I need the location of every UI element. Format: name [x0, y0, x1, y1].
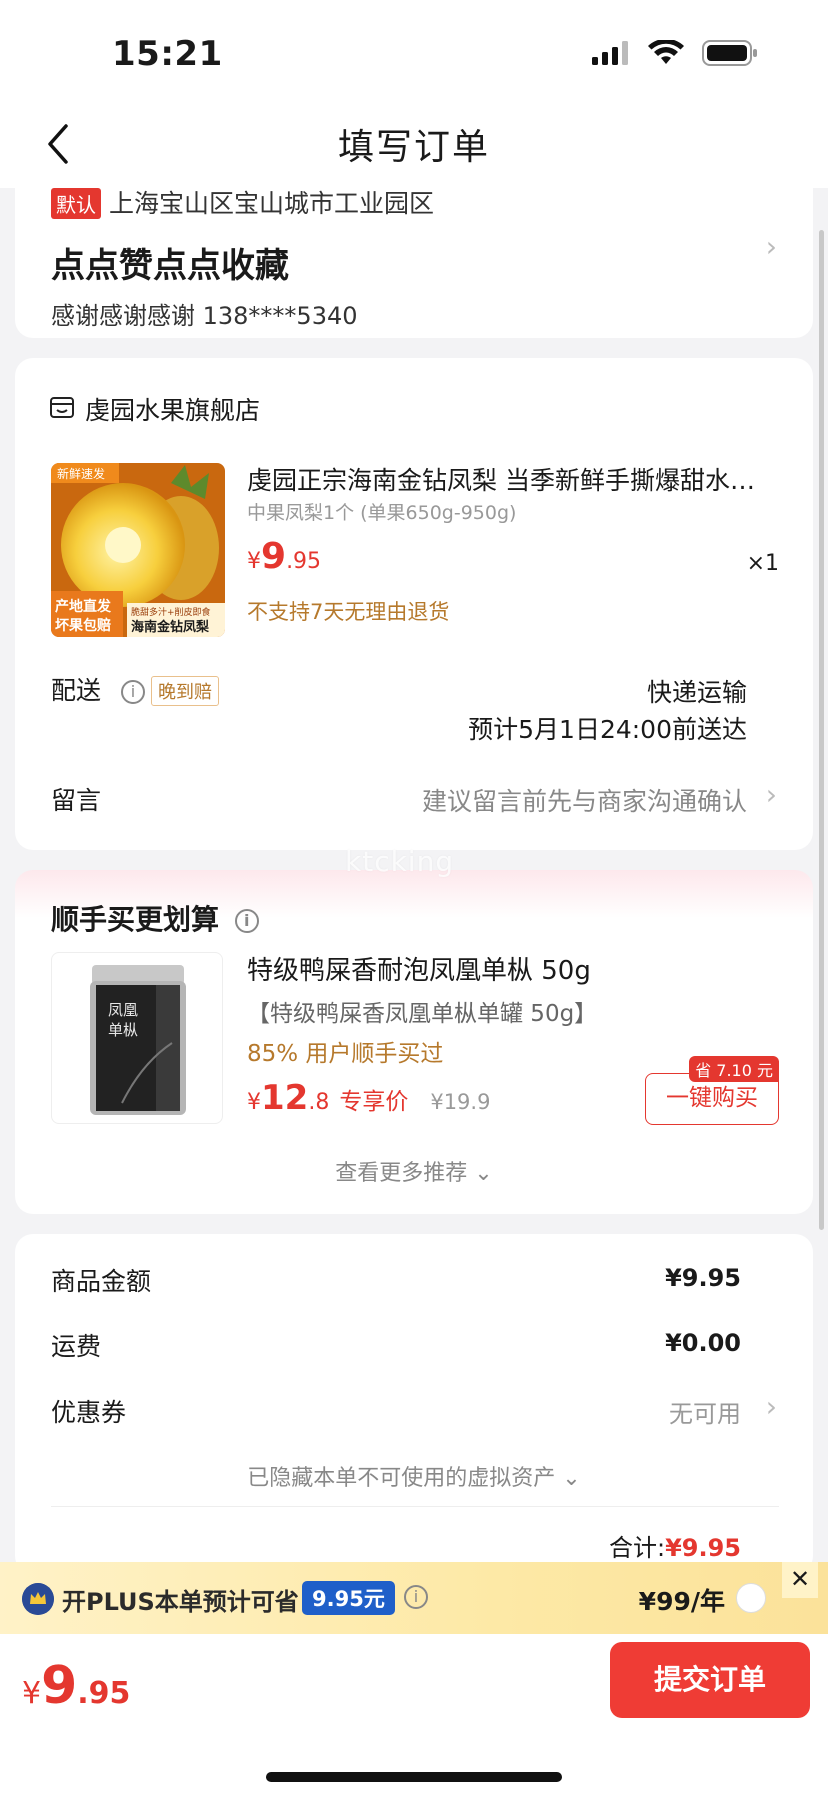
- image-badge-top: 新鲜速发: [57, 466, 105, 481]
- message-input[interactable]: 建议留言前先与商家沟通确认: [422, 782, 747, 818]
- status-time: 15:21: [112, 34, 223, 74]
- tea-can-label: 凤凰: [108, 1001, 138, 1019]
- bottom-bar: ¥9.95 提交订单: [0, 1634, 828, 1795]
- recommend-product-name[interactable]: 特级鸭屎香耐泡凤凰单枞 50g: [247, 950, 591, 987]
- order-total: 合计:¥9.95: [609, 1528, 741, 1563]
- recommend-price: ¥12.8 专享价 ¥19.9: [247, 1078, 490, 1118]
- shipping-method: 快递运输: [646, 678, 747, 707]
- hidden-assets-toggle[interactable]: 已隐藏本单不可使用的虚拟资产 ⌄: [15, 1460, 813, 1492]
- svg-text:坏果包赔: 坏果包赔: [55, 617, 111, 634]
- freight-label: 运费: [51, 1332, 102, 1361]
- address-name: 点点赞点点收藏: [51, 246, 289, 286]
- info-icon[interactable]: i: [234, 909, 259, 933]
- address-card[interactable]: 默认 上海宝山区宝山城市工业园区 点点赞点点收藏 感谢感谢感谢 138****5…: [15, 168, 813, 338]
- submit-order-button[interactable]: 提交订单: [610, 1642, 810, 1718]
- svg-text:脆甜多汁+削皮即食: 脆甜多汁+削皮即食: [131, 606, 211, 618]
- recommend-title: 顺手买更划算 i: [51, 898, 259, 938]
- product-quantity: ×1: [746, 551, 779, 576]
- plus-crown-icon: [22, 1583, 54, 1615]
- signal-icon: [592, 41, 628, 65]
- plus-promo-bar[interactable]: 开PLUS本单预计可省 9.95元 i ¥99/年 ✕: [0, 1562, 828, 1634]
- coupon-label: 优惠券: [51, 1398, 127, 1427]
- info-icon[interactable]: i: [404, 1585, 428, 1609]
- scrollbar[interactable]: [819, 230, 824, 1230]
- price-symbol: ¥: [22, 1676, 42, 1711]
- chevron-left-icon: [48, 124, 68, 164]
- shipping-label-text: 配送: [51, 676, 102, 705]
- address-location: 上海宝山区宝山城市工业园区: [109, 189, 435, 218]
- shop-card: 虔园水果旗舰店 新鲜速发 产地直发 坏果包赔 脆甜多汁+削皮即食 海南金钻凤梨: [15, 358, 813, 850]
- total-label: 合计:: [608, 1534, 666, 1562]
- chevron-right-icon: ›: [765, 778, 777, 811]
- message-label: 留言: [51, 786, 102, 815]
- back-button[interactable]: [44, 122, 84, 166]
- product-spec: 中果凤梨1个 (单果650g-950g): [247, 502, 517, 524]
- status-icons: [592, 40, 758, 66]
- home-indicator[interactable]: [266, 1772, 562, 1782]
- price-dec: .95: [77, 1676, 131, 1711]
- plus-promo-text: 开PLUS本单预计可省: [62, 1588, 299, 1616]
- recommend-product-desc: 【特级鸭屎香凤凰单枞单罐 50g】: [247, 1001, 598, 1027]
- chevron-right-icon: ›: [765, 230, 777, 263]
- late-compensation-tag: 晚到赔: [151, 676, 219, 706]
- divider: [51, 1506, 779, 1507]
- battery-icon: [702, 40, 757, 66]
- status-bar: 15:21: [0, 0, 828, 100]
- goods-amount-label: 商品金额: [51, 1267, 152, 1296]
- coupon-value[interactable]: 无可用: [669, 1394, 741, 1429]
- default-address-tag: 默认: [51, 188, 101, 219]
- bottom-total-price: ¥9.95: [22, 1656, 130, 1716]
- svg-text:海南金钻凤梨: 海南金钻凤梨: [131, 619, 210, 635]
- freight-value: ¥0.00: [665, 1329, 741, 1357]
- product-title[interactable]: 虔园正宗海南金钻凤梨 当季新鲜手撕爆甜水…: [247, 461, 787, 497]
- product-price: ¥9.95: [247, 536, 321, 577]
- shipping-eta: 预计5月1日24:00前送达: [468, 715, 747, 744]
- plus-price: ¥99/年: [638, 1587, 725, 1616]
- chevron-right-icon: ›: [765, 1390, 777, 1423]
- recommend-product-image[interactable]: 凤凰 单枞: [51, 952, 223, 1124]
- price-dec: .95: [286, 549, 322, 574]
- price-symbol: ¥: [247, 549, 261, 574]
- store-icon: [50, 397, 74, 418]
- close-icon[interactable]: ✕: [782, 1562, 818, 1598]
- svg-text:单枞: 单枞: [108, 1021, 138, 1039]
- price-symbol: ¥: [247, 1090, 261, 1115]
- address-contact: 感谢感谢感谢 138****5340: [51, 302, 358, 330]
- product-image[interactable]: 新鲜速发 产地直发 坏果包赔 脆甜多汁+削皮即食 海南金钻凤梨: [51, 463, 225, 637]
- original-price: ¥19.9: [430, 1090, 491, 1114]
- summary-card: 商品金额 ¥9.95 运费 ¥0.00 优惠券 无可用 › 已隐藏本单不可使用的…: [15, 1234, 813, 1574]
- svg-text:产地直发: 产地直发: [55, 598, 112, 615]
- save-amount-badge: 省 7.10 元: [689, 1056, 779, 1082]
- goods-amount-value: ¥9.95: [665, 1264, 741, 1292]
- plus-save-badge: 9.95元: [302, 1581, 395, 1615]
- price-int: 12: [261, 1078, 309, 1118]
- info-icon[interactable]: i: [120, 680, 145, 704]
- wifi-icon: [648, 40, 684, 64]
- more-recommendations-link[interactable]: 查看更多推荐 ⌄: [15, 1155, 813, 1187]
- recommend-stat: 85% 用户顺手买过: [247, 1041, 444, 1067]
- watermark: ktcking: [345, 845, 455, 878]
- exclusive-price-label: 专享价: [339, 1089, 409, 1115]
- plus-select-radio[interactable]: [736, 1583, 766, 1613]
- page-title: 填写订单: [337, 127, 490, 168]
- shipping-label: 配送 i: [51, 671, 145, 707]
- recommend-title-text: 顺手买更划算: [51, 903, 220, 936]
- return-policy-note: 不支持7天无理由退货: [247, 600, 450, 624]
- recommend-card: 顺手买更划算 i 凤凰 单枞 特级鸭屎香耐泡凤凰单枞 50g 【特级鸭屎香凤凰单…: [15, 870, 813, 1214]
- price-dec: .8: [308, 1090, 330, 1115]
- shop-name[interactable]: 虔园水果旗舰店: [85, 391, 260, 427]
- total-value: ¥9.95: [665, 1534, 741, 1562]
- price-int: 9: [41, 1656, 78, 1716]
- price-int: 9: [261, 536, 287, 577]
